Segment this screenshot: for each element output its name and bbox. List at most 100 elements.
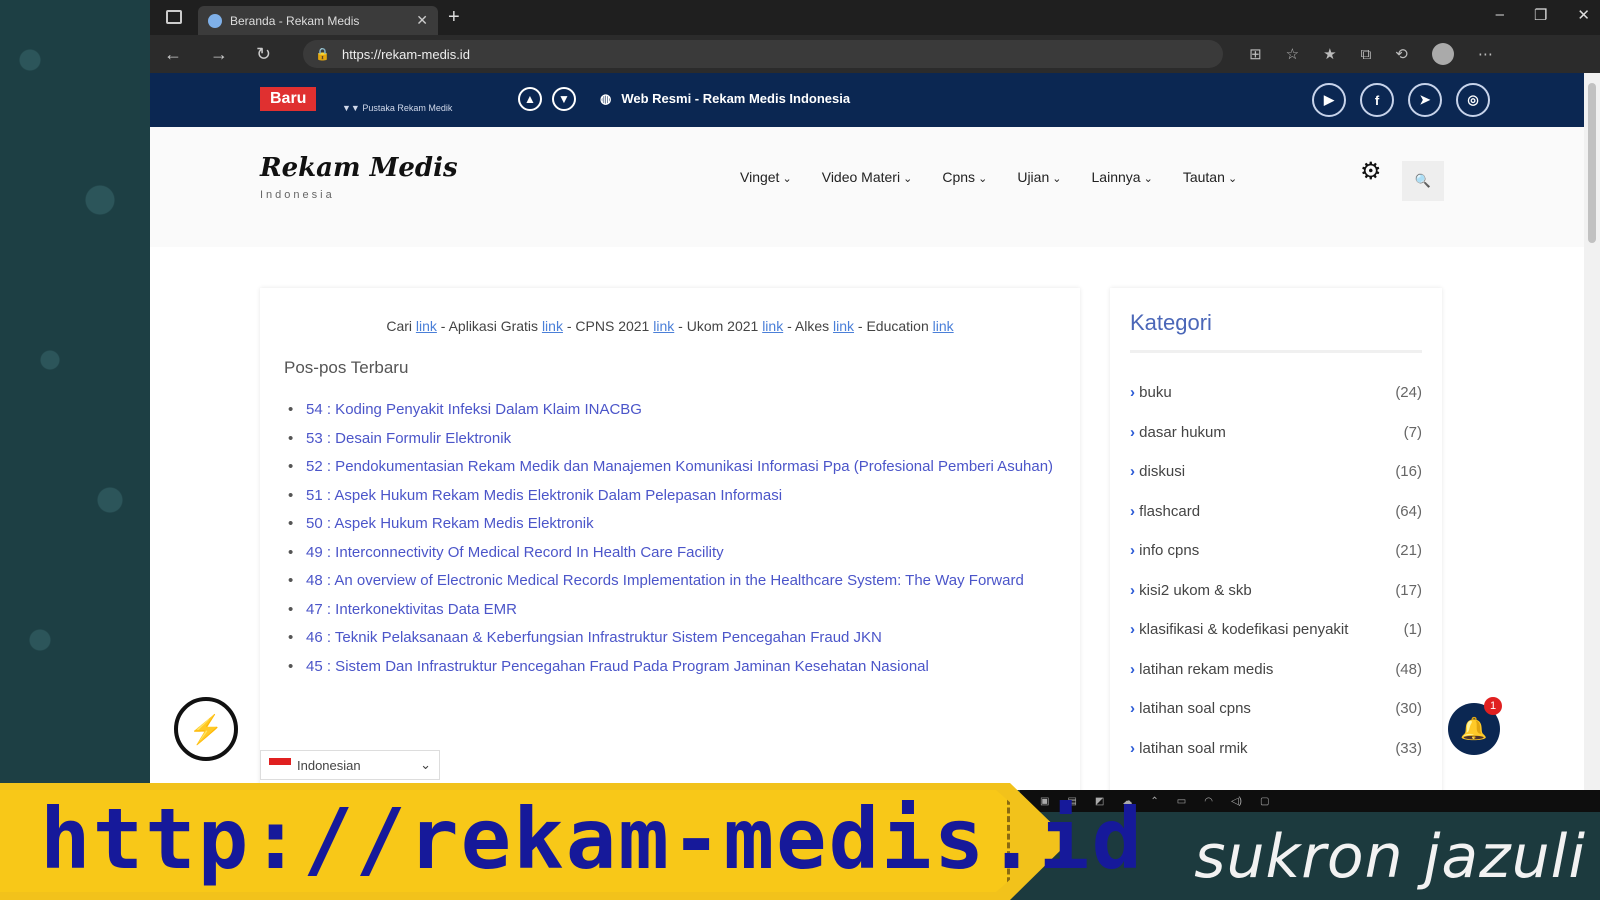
desktop-wallpaper <box>0 0 150 900</box>
post-link[interactable]: 50 : Aspek Hukum Rekam Medis Elektronik <box>284 510 1056 539</box>
post-link[interactable]: 47 : Interkonektivitas Data EMR <box>284 596 1056 625</box>
system-tray-icon[interactable]: ⌃ <box>1150 796 1158 807</box>
profile-avatar[interactable] <box>1431 43 1454 65</box>
scrollbar[interactable] <box>1584 73 1600 790</box>
language-select[interactable]: Indonesian ⌄ <box>260 750 440 780</box>
category-item[interactable]: flashcard (64) <box>1130 492 1422 532</box>
category-item[interactable]: kisi2 ukom & skb (17) <box>1130 571 1422 611</box>
quick-link[interactable]: link <box>416 318 437 334</box>
refresh-icon[interactable]: ↻ <box>256 44 271 65</box>
telegram-icon[interactable]: ➤ <box>1408 83 1442 117</box>
collections-icon[interactable]: ⧉ <box>1361 46 1372 63</box>
maximize-icon[interactable]: ❐ <box>1534 6 1547 24</box>
ticker-up-icon[interactable]: ▲ <box>518 87 542 111</box>
menu-item-video-materi[interactable]: Video Materi <box>822 169 913 185</box>
chevron-down-icon: ⌄ <box>420 757 431 772</box>
close-tab-icon[interactable]: ✕ <box>416 12 428 29</box>
menu-item-tautan[interactable]: Tautan <box>1183 169 1237 185</box>
menu-item-lainnya[interactable]: Lainnya <box>1092 169 1153 185</box>
flag-icon <box>269 758 291 772</box>
youtube-icon[interactable]: ▶ <box>1312 83 1346 117</box>
category-count: (16) <box>1395 463 1422 480</box>
new-badge: Baru <box>260 87 317 111</box>
url-field[interactable]: 🔒 https://rekam-medis.id <box>303 40 1224 68</box>
tab-active[interactable]: Beranda - Rekam Medis ✕ <box>198 6 438 35</box>
scrollbar-thumb[interactable] <box>1588 83 1596 243</box>
messenger-icon[interactable]: ⚡ <box>174 697 238 761</box>
category-item[interactable]: latihan soal cpns (30) <box>1130 689 1422 729</box>
category-item[interactable]: dasar hukum (7) <box>1130 413 1422 453</box>
post-link[interactable]: 49 : Interconnectivity Of Medical Record… <box>284 539 1056 568</box>
post-link[interactable]: 53 : Desain Formulir Elektronik <box>284 425 1056 454</box>
sidebar-title: Kategori <box>1130 310 1422 353</box>
window-controls: – ❐ ✕ <box>1496 6 1590 24</box>
chat-icon[interactable]: ▢ <box>1260 796 1269 807</box>
menu-item-vinget[interactable]: Vinget <box>740 169 792 185</box>
volume-icon[interactable]: ◁) <box>1231 796 1242 807</box>
category-item[interactable]: diskusi (16) <box>1130 452 1422 492</box>
post-link[interactable]: 51 : Aspek Hukum Rekam Medis Elektronik … <box>284 482 1056 511</box>
post-link[interactable]: 46 : Teknik Pelaksanaan & Keberfungsian … <box>284 624 1056 653</box>
site-logo[interactable]: Rekam Medis <box>260 153 458 183</box>
tab-actions-icon[interactable] <box>166 10 182 24</box>
search-button[interactable]: 🔍 <box>1402 161 1444 201</box>
close-window-icon[interactable]: ✕ <box>1577 6 1590 24</box>
quick-link[interactable]: link <box>762 318 783 334</box>
category-item[interactable]: info cpns (21) <box>1130 531 1422 571</box>
post-link[interactable]: 52 : Pendokumentasian Rekam Medik dan Ma… <box>284 453 1056 482</box>
post-link[interactable]: 45 : Sistem Dan Infrastruktur Pencegahan… <box>284 653 1056 682</box>
forward-icon[interactable]: → <box>210 44 228 65</box>
minimize-icon[interactable]: – <box>1496 6 1504 24</box>
menu-item-ujian[interactable]: Ujian <box>1017 169 1061 185</box>
category-name: diskusi <box>1130 452 1185 492</box>
quick-link-label: Education <box>866 318 929 334</box>
battery-icon: ▭ <box>1176 795 1187 807</box>
facebook-icon[interactable]: f <box>1360 83 1394 117</box>
quick-link[interactable]: link <box>933 318 954 334</box>
tab-bar: Beranda - Rekam Medis ✕ + – ❐ ✕ <box>150 0 1600 35</box>
category-name: latihan rekam medis <box>1130 650 1273 690</box>
notification-count: 1 <box>1484 697 1502 715</box>
category-item[interactable]: buku (24) <box>1130 373 1422 413</box>
social-links: ▶ f ➤ ◎ <box>1312 83 1490 117</box>
post-link[interactable]: 48 : An overview of Electronic Medical R… <box>284 567 1056 596</box>
category-count: (1) <box>1403 621 1422 638</box>
instagram-icon[interactable]: ◎ <box>1456 83 1490 117</box>
category-item[interactable]: klasifikasi & kodefikasi penyakit (1) <box>1130 610 1422 650</box>
category-name: info cpns <box>1130 531 1199 571</box>
official-text: Web Resmi - Rekam Medis Indonesia <box>621 91 851 106</box>
quick-link[interactable]: link <box>542 318 563 334</box>
category-count: (24) <box>1395 384 1422 401</box>
category-item[interactable]: latihan rekam medis (48) <box>1130 650 1422 690</box>
url-text: https://rekam-medis.id <box>342 46 470 62</box>
quick-link-label: Aplikasi Gratis <box>448 318 539 334</box>
quick-link-label: Ukom 2021 <box>686 318 759 334</box>
category-name: latihan soal rmik <box>1130 729 1247 769</box>
menu-item-cpns[interactable]: Cpns <box>942 169 987 185</box>
news-ticker[interactable]: ▼▼ Pustaka Rekam Medik <box>342 103 452 113</box>
category-count: (7) <box>1403 423 1422 441</box>
post-link[interactable]: 54 : Koding Penyakit Infeksi Dalam Klaim… <box>284 396 1056 425</box>
category-name: dasar hukum <box>1130 413 1226 453</box>
category-item[interactable]: latihan soal rmik (33) <box>1130 729 1422 769</box>
favorites-icon[interactable]: ★ <box>1323 45 1336 63</box>
more-icon[interactable]: ⋯ <box>1478 45 1493 63</box>
quick-link[interactable]: link <box>833 318 854 334</box>
category-count: (17) <box>1395 581 1422 599</box>
gear-icon[interactable]: ⚙ <box>1360 157 1382 186</box>
category-count: (48) <box>1395 660 1422 678</box>
new-tab-icon[interactable]: + <box>448 6 460 29</box>
notification-bell-icon[interactable]: 🔔 1 <box>1448 697 1502 755</box>
lock-icon: 🔒 <box>315 47 331 61</box>
back-icon[interactable]: ← <box>164 44 182 65</box>
site-topbar: Baru ▼▼ Pustaka Rekam Medik ▲ ▼ ◍ Web Res… <box>150 73 1600 127</box>
ticker-down-icon[interactable]: ▼ <box>552 87 576 111</box>
history-icon[interactable]: ⟲ <box>1395 45 1408 63</box>
star-add-icon[interactable]: ☆ <box>1286 45 1299 63</box>
category-count: (21) <box>1395 542 1422 559</box>
quick-link[interactable]: link <box>653 318 674 334</box>
apps-icon[interactable]: ⊞ <box>1249 45 1262 63</box>
main-menu: Vinget Video Materi Cpns Ujian Lainnya T… <box>740 169 1237 185</box>
site-header: Rekam Medis Indonesia Vinget Video Mater… <box>150 127 1600 247</box>
category-name: buku <box>1130 373 1172 413</box>
